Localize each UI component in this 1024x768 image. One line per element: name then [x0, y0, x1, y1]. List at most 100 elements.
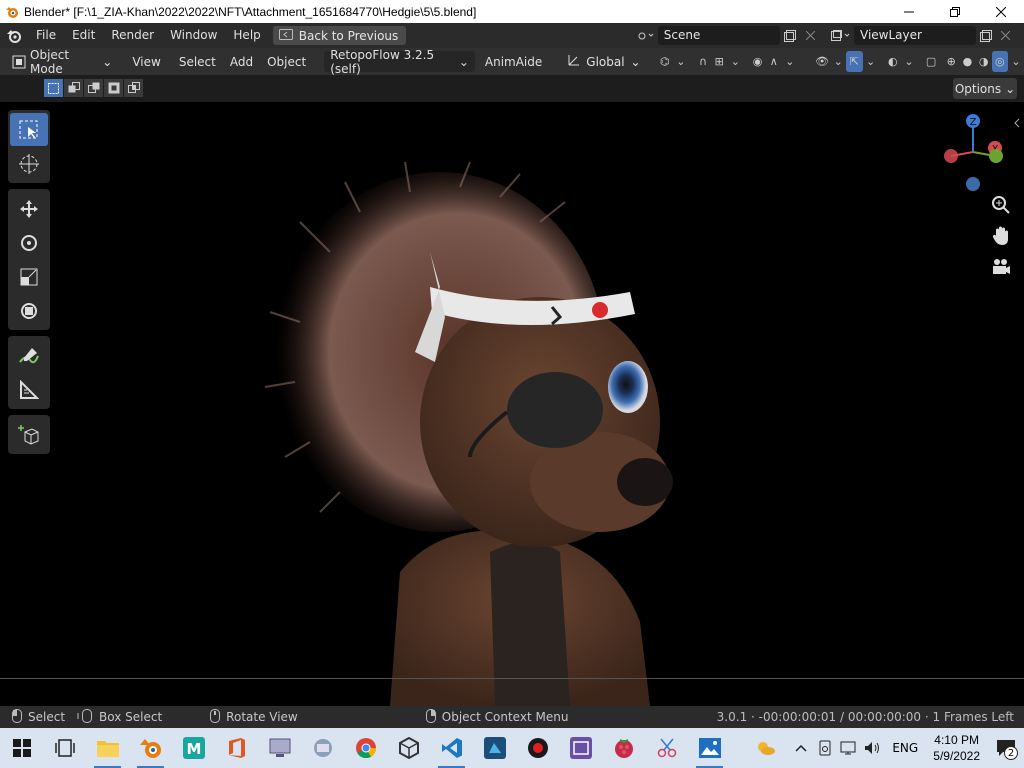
select-extend-icon[interactable] — [64, 79, 83, 97]
proportional-edit-icon[interactable]: ◉ — [749, 51, 765, 72]
pan-hand-icon[interactable] — [986, 221, 1016, 251]
transform-tool-icon[interactable] — [10, 294, 48, 327]
menu-edit[interactable]: Edit — [64, 23, 103, 48]
menu-file[interactable]: File — [28, 23, 64, 48]
select-new-icon[interactable] — [44, 79, 63, 97]
remove-view-layer-icon[interactable] — [996, 31, 1014, 40]
task-view-icon[interactable] — [43, 728, 86, 768]
chevron-up-icon[interactable] — [789, 728, 813, 768]
menu-view[interactable]: View — [126, 51, 166, 72]
volume-icon[interactable] — [861, 728, 885, 768]
blender-menu-icon[interactable] — [0, 23, 28, 48]
retopoflow-dropdown[interactable]: RetopoFlow 3.2.5 (self) ⌄ — [324, 48, 475, 76]
cursor-tool-icon[interactable] — [10, 147, 48, 180]
hedgehog-character-render — [264, 161, 673, 706]
view-layer-dropdown-icon[interactable] — [828, 25, 854, 46]
material-shading-icon[interactable]: ◑ — [976, 51, 992, 72]
rendered-shading-icon[interactable]: ◎ — [991, 51, 1008, 72]
scale-tool-icon[interactable] — [10, 260, 48, 293]
visibility-eye-icon[interactable]: 👁 — [814, 51, 830, 72]
rd-client-icon[interactable] — [301, 728, 344, 768]
3d-viewport[interactable]: Z X Y — [0, 102, 1024, 706]
transform-orientation-dropdown[interactable]: Global ⌄ — [562, 51, 646, 72]
gizmo-neg-z-axis — [966, 177, 980, 191]
select-invert-icon[interactable] — [104, 79, 123, 97]
vscode-icon[interactable] — [430, 728, 473, 768]
restore-icon[interactable] — [932, 0, 978, 23]
snipping-tool-icon[interactable] — [645, 728, 688, 768]
chevron-down-icon[interactable]: ⌄ — [1008, 51, 1024, 72]
blender-taskbar-icon[interactable] — [129, 728, 172, 768]
add-cube-tool-icon[interactable] — [10, 418, 48, 451]
measure-tool-icon[interactable] — [10, 373, 48, 406]
animaide-menu[interactable]: AnimAide — [479, 51, 548, 72]
rotate-tool-icon[interactable] — [10, 226, 48, 259]
camera-view-icon[interactable] — [986, 252, 1016, 282]
menu-add[interactable]: Add — [224, 51, 259, 72]
wireframe-shading-icon[interactable]: ⊕ — [943, 51, 959, 72]
select-box-tool-icon[interactable] — [10, 113, 48, 146]
chevron-down-icon[interactable]: ⌄ — [830, 51, 846, 72]
view-layer-field[interactable]: ViewLayer — [854, 26, 976, 45]
overlays-icon[interactable]: ◐ — [885, 51, 901, 72]
pivot-icon[interactable]: ⌬ — [657, 51, 673, 72]
select-intersect-icon[interactable] — [124, 79, 143, 97]
chevron-down-icon[interactable]: ⌄ — [863, 51, 879, 72]
office-icon[interactable] — [215, 728, 258, 768]
tool-group-select — [8, 110, 50, 183]
menu-select[interactable]: Select — [173, 51, 222, 72]
raspberry-app-icon[interactable] — [602, 728, 645, 768]
minimize-icon[interactable] — [886, 0, 932, 23]
chevron-down-icon[interactable]: ⌄ — [673, 51, 689, 72]
chevron-down-icon[interactable]: ⌄ — [901, 51, 917, 72]
options-dropdown[interactable]: Options ⌄ — [953, 78, 1017, 99]
menu-render[interactable]: Render — [103, 23, 162, 48]
solid-shading-icon[interactable]: ● — [959, 51, 975, 72]
topbar: File Edit Render Window Help Back to Pre… — [0, 23, 1024, 48]
back-to-previous-button[interactable]: Back to Previous — [272, 26, 407, 45]
photoshop-express-icon[interactable] — [473, 728, 516, 768]
unity-icon[interactable] — [387, 728, 430, 768]
move-tool-icon[interactable] — [10, 192, 48, 225]
file-explorer-icon[interactable] — [86, 728, 129, 768]
select-subtract-icon[interactable] — [84, 79, 103, 97]
network-icon[interactable] — [837, 728, 861, 768]
maya-icon[interactable]: M — [172, 728, 215, 768]
taskbar-clock[interactable]: 4:10 PM 5/9/2022 — [933, 732, 980, 764]
scene-name-field[interactable]: Scene — [657, 26, 781, 45]
photos-icon[interactable] — [688, 728, 731, 768]
remote-desktop-icon[interactable] — [258, 728, 301, 768]
menu-help[interactable]: Help — [225, 23, 268, 48]
retopo-tool-icon[interactable] — [559, 728, 602, 768]
gizmo-toggle-icon[interactable]: ⇱ — [846, 51, 863, 72]
chrome-icon[interactable] — [344, 728, 387, 768]
notification-center-icon[interactable]: 2 — [988, 728, 1024, 768]
device-icon[interactable] — [813, 728, 837, 768]
close-icon[interactable] — [978, 0, 1024, 23]
chevron-down-icon[interactable]: ⌄ — [727, 51, 743, 72]
remove-scene-icon[interactable] — [800, 25, 820, 46]
menu-window[interactable]: Window — [162, 23, 225, 48]
new-view-layer-icon[interactable] — [976, 29, 996, 42]
windows-start-icon[interactable] — [0, 728, 43, 768]
xray-icon[interactable]: ▢ — [923, 51, 939, 72]
navigation-gizmo[interactable]: Z X Y — [935, 110, 1015, 200]
snap-target-icon[interactable]: ⊞ — [711, 51, 727, 72]
chevron-down-icon: ⌄ — [102, 54, 113, 69]
language-indicator[interactable]: ENG — [885, 728, 925, 768]
snap-icon[interactable]: ∩ — [695, 51, 711, 72]
mode-dropdown[interactable]: Object Mode ⌄ — [30, 48, 118, 76]
new-scene-icon[interactable] — [780, 25, 800, 46]
window-titlebar: Blender* [F:\1_ZIA-Khan\2022\2022\NFT\At… — [0, 0, 1024, 23]
menu-object[interactable]: Object — [261, 51, 312, 72]
obs-icon[interactable] — [516, 728, 559, 768]
zoom-icon[interactable] — [986, 190, 1016, 220]
sidebar-toggle-icon[interactable] — [1010, 108, 1024, 138]
scene-dropdown-icon[interactable] — [634, 25, 658, 46]
annotate-tool-icon[interactable] — [10, 339, 48, 372]
chevron-down-icon[interactable]: ⌄ — [782, 51, 798, 72]
chevron-down-icon: ⌄ — [630, 54, 641, 69]
editor-type-icon[interactable] — [0, 51, 30, 72]
falloff-icon[interactable]: ∧ — [766, 51, 782, 72]
weather-icon[interactable] — [753, 728, 777, 768]
